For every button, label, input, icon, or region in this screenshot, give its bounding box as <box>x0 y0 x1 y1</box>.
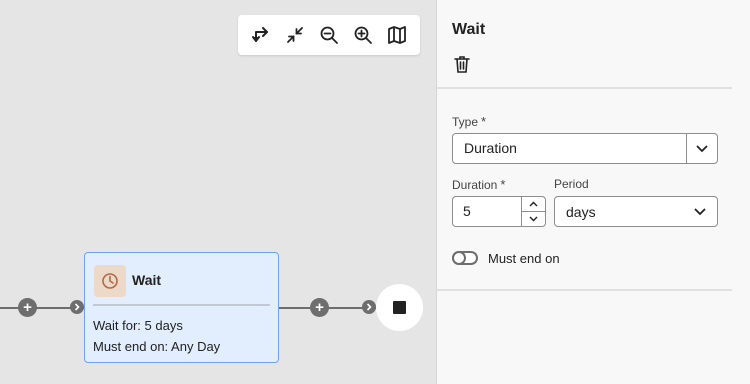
end-node[interactable] <box>376 284 423 331</box>
rearrange-button[interactable] <box>247 21 275 49</box>
canvas-toolbar <box>238 15 420 55</box>
add-activity-button[interactable]: + <box>18 298 37 317</box>
trash-icon[interactable] <box>452 54 472 74</box>
chevron-down-icon <box>696 145 708 152</box>
must-end-on-toggle[interactable] <box>452 251 478 265</box>
divider <box>93 304 270 306</box>
chevron-up-icon <box>529 201 538 207</box>
node-wait-for: Wait for: 5 days <box>93 318 183 333</box>
duration-stepper[interactable] <box>521 197 545 226</box>
duration-label: Duration * <box>452 177 506 192</box>
stop-icon <box>393 301 406 314</box>
duration-value[interactable]: 5 <box>453 197 521 226</box>
duration-field[interactable]: 5 <box>452 196 546 227</box>
type-value: Duration <box>464 140 517 156</box>
zoom-out-icon <box>320 26 338 44</box>
properties-panel: Wait Type * Duration Duration * 5 Period d… <box>436 0 750 384</box>
collapse-button[interactable] <box>281 21 309 49</box>
divider <box>437 87 732 89</box>
increment-button[interactable] <box>522 197 545 212</box>
type-dropdown-button[interactable] <box>686 134 717 163</box>
clock-icon <box>94 265 126 297</box>
zoom-out-button[interactable] <box>315 21 343 49</box>
node-must-end-on: Must end on: Any Day <box>93 339 221 354</box>
zoom-in-icon <box>354 26 372 44</box>
period-label: Period <box>554 177 589 191</box>
journey-canvas[interactable]: + + Wait Wait for: 5 days Must end on: A… <box>0 0 436 384</box>
panel-title: Wait <box>452 21 486 38</box>
chevron-down-icon <box>694 208 706 215</box>
chevron-right-icon <box>362 300 376 314</box>
toggle-knob <box>452 251 466 265</box>
type-label: Type * <box>452 114 487 129</box>
wait-activity-node[interactable]: Wait Wait for: 5 days Must end on: Any D… <box>84 252 279 363</box>
decrement-button[interactable] <box>522 212 545 226</box>
chevron-right-icon <box>70 300 84 314</box>
collapse-icon <box>287 27 303 43</box>
divider <box>437 289 732 291</box>
map-icon <box>388 26 406 44</box>
rearrange-icon <box>252 27 268 42</box>
add-activity-button[interactable]: + <box>310 298 329 317</box>
type-select[interactable]: Duration <box>452 133 718 164</box>
node-title: Wait <box>132 272 162 288</box>
zoom-in-button[interactable] <box>349 21 377 49</box>
period-select[interactable]: days <box>554 196 718 227</box>
chevron-down-icon <box>529 216 538 222</box>
must-end-on-label: Must end on <box>488 251 560 266</box>
period-value: days <box>566 203 596 220</box>
map-button[interactable] <box>383 21 411 49</box>
